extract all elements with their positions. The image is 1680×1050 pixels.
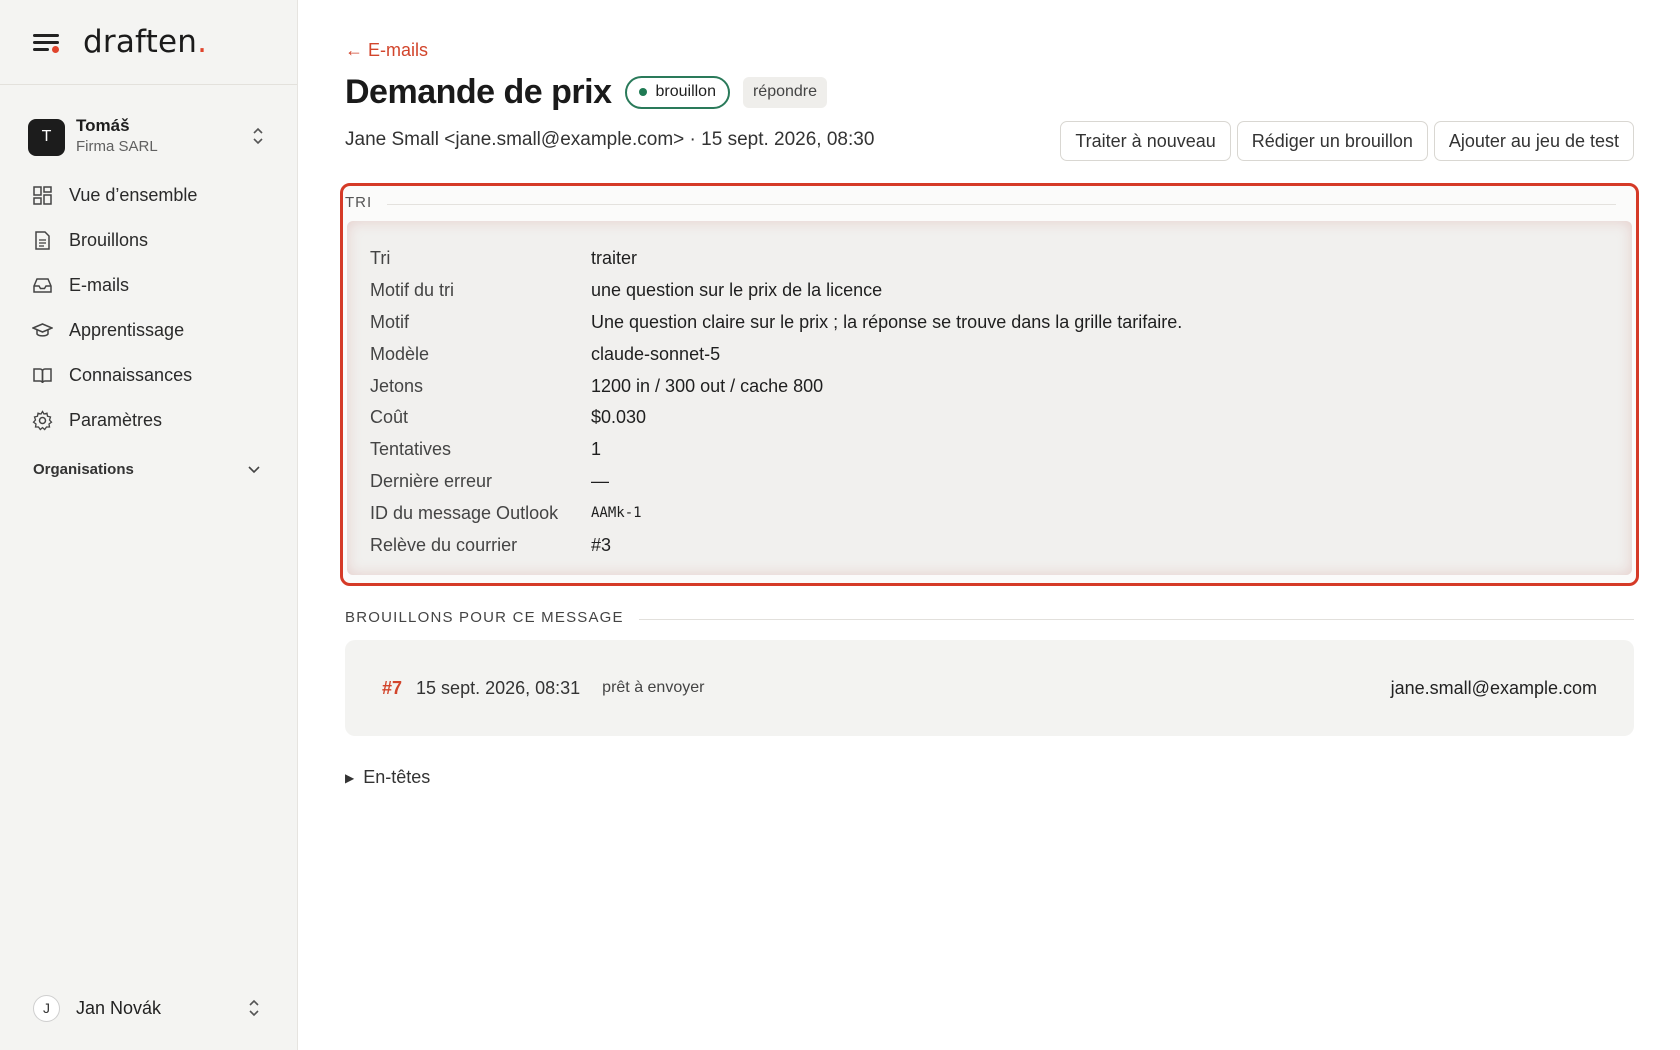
status-dot-icon: [639, 88, 648, 96]
sidebar-item-emails[interactable]: E-mails: [0, 263, 297, 308]
dashboard-icon: [33, 186, 52, 205]
disclosure-triangle-icon: ▶: [345, 770, 355, 785]
status-badge: brouillon: [625, 75, 730, 109]
row-key: Motif du tri: [370, 280, 455, 301]
table-row: Tri traiter: [370, 243, 1182, 275]
inbox-icon: [33, 278, 52, 293]
row-value: $0.030: [591, 407, 647, 428]
menu-icon[interactable]: [33, 31, 59, 53]
reprocess-button[interactable]: Traiter à nouveau: [1060, 121, 1231, 161]
draft-number-link[interactable]: #7: [382, 678, 402, 699]
row-key: Coût: [370, 407, 409, 428]
triage-details: Tri traiter Motif du tri une question su…: [347, 221, 1632, 575]
table-row: Motif Une question claire sur le prix ; …: [370, 307, 1182, 339]
sidebar-item-label: Connaissances: [69, 365, 193, 385]
row-value: une question sur le prix de la licence: [591, 280, 883, 301]
page-title: Demande de prix: [345, 72, 612, 111]
sidebar-item-learning[interactable]: Apprentissage: [0, 308, 297, 353]
section-label: BROUILLONS POUR CE MESSAGE: [345, 609, 624, 626]
row-value: traiter: [591, 248, 638, 269]
row-key: Motif: [370, 311, 410, 332]
drafts-section-header: BROUILLONS POUR CE MESSAGE: [345, 609, 1634, 626]
row-value: #3: [591, 534, 612, 555]
row-value: —: [591, 470, 609, 491]
divider: [638, 619, 1634, 620]
headers-toggle[interactable]: ▶ En-têtes: [345, 767, 430, 788]
row-key: Relève du courrier: [370, 534, 518, 555]
sidebar: draften. T Tomáš Firma SARL Vue d’ensemb…: [0, 0, 298, 1050]
table-row: Modèle claude-sonnet-5: [370, 338, 1182, 370]
row-key: Tentatives: [370, 439, 452, 460]
row-value: Une question claire sur le prix ; la rép…: [591, 311, 1183, 332]
status-badge-label: brouillon: [655, 83, 716, 100]
sidebar-item-label: Brouillons: [69, 230, 149, 250]
table-row: Dernière erreur —: [370, 466, 1182, 498]
row-value: 1200 in / 300 out / cache 800: [591, 375, 824, 396]
document-icon: [35, 231, 50, 250]
triage-section: TRI Tri traiter Motif du tri une questio…: [340, 183, 1639, 586]
book-icon: [33, 368, 52, 384]
chevron-up-down-icon: [249, 999, 259, 1017]
row-key: Modèle: [370, 343, 430, 364]
section-label: TRI: [345, 194, 373, 211]
row-key: Dernière erreur: [370, 470, 493, 491]
table-row: Tentatives 1: [370, 434, 1182, 466]
brand-header: draften.: [0, 0, 297, 85]
user-menu[interactable]: J Jan Novák: [33, 991, 261, 1025]
sidebar-item-label: Vue d’ensemble: [69, 185, 198, 205]
triage-table: Tri traiter Motif du tri une question su…: [370, 243, 1182, 561]
table-row: Motif du tri une question sur le prix de…: [370, 275, 1182, 307]
organisations-toggle[interactable]: Organisations: [0, 451, 297, 487]
add-to-test-set-button[interactable]: Ajouter au jeu de test: [1433, 121, 1634, 161]
sidebar-item-knowledge[interactable]: Connaissances: [0, 353, 297, 398]
table-row: Jetons 1200 in / 300 out / cache 800: [370, 370, 1182, 402]
draft-button[interactable]: Rédiger un brouillon: [1236, 121, 1428, 161]
sidebar-item-overview[interactable]: Vue d’ensemble: [0, 173, 297, 218]
user-name: Jan Novák: [76, 997, 162, 1018]
gear-icon: [32, 410, 53, 431]
avatar: J: [33, 994, 60, 1022]
row-value: 1: [591, 439, 602, 460]
draft-status: prêt à envoyer: [602, 679, 705, 696]
organisations-label: Organisations: [33, 460, 134, 478]
headers-toggle-label: En-têtes: [363, 767, 431, 787]
chevron-up-down-icon: [253, 127, 263, 145]
sidebar-item-label: Apprentissage: [69, 320, 185, 340]
table-row: Relève du courrier #3: [370, 529, 1182, 561]
back-to-emails-link[interactable]: ← E-mails: [345, 40, 428, 61]
row-value: claude-sonnet-5: [591, 343, 721, 364]
workspace-company: Firma SARL: [76, 138, 158, 155]
chevron-down-icon: [248, 466, 260, 474]
sidebar-item-label: Paramètres: [69, 410, 163, 430]
action-buttons: Traiter à nouveau Rédiger un brouillon A…: [1060, 121, 1634, 161]
graduation-cap-icon: [32, 323, 53, 337]
row-key: Tri: [370, 248, 391, 269]
sidebar-item-label: E-mails: [69, 275, 130, 295]
message-meta: Jane Small <jane.small@example.com> · 15…: [345, 129, 875, 150]
type-badge: répondre: [742, 76, 828, 108]
row-key: ID du message Outlook: [370, 502, 559, 523]
sidebar-nav: Vue d’ensemble Brouillons E-mails Appren…: [0, 173, 297, 443]
table-row: ID du message Outlook AAMk-1: [370, 497, 1182, 529]
brand-logo[interactable]: draften.: [83, 24, 207, 60]
workspace-avatar: T: [28, 118, 65, 156]
workspace-switcher[interactable]: T Tomáš Firma SARL: [28, 113, 269, 161]
draft-list-item[interactable]: #7 15 sept. 2026, 08:31 prêt à envoyer j…: [345, 640, 1634, 736]
row-key: Jetons: [370, 375, 424, 396]
draft-recipient: jane.small@example.com: [1390, 677, 1597, 698]
workspace-name: Tomáš: [76, 116, 130, 135]
draft-date: 15 sept. 2026, 08:31: [416, 677, 581, 698]
title-row: Demande de prix brouillon répondre: [345, 70, 828, 114]
divider: [387, 204, 1616, 205]
table-row: Coût $0.030: [370, 402, 1182, 434]
sidebar-item-settings[interactable]: Paramètres: [0, 398, 297, 443]
row-value: AAMk-1: [591, 505, 642, 522]
sidebar-item-drafts[interactable]: Brouillons: [0, 218, 297, 263]
